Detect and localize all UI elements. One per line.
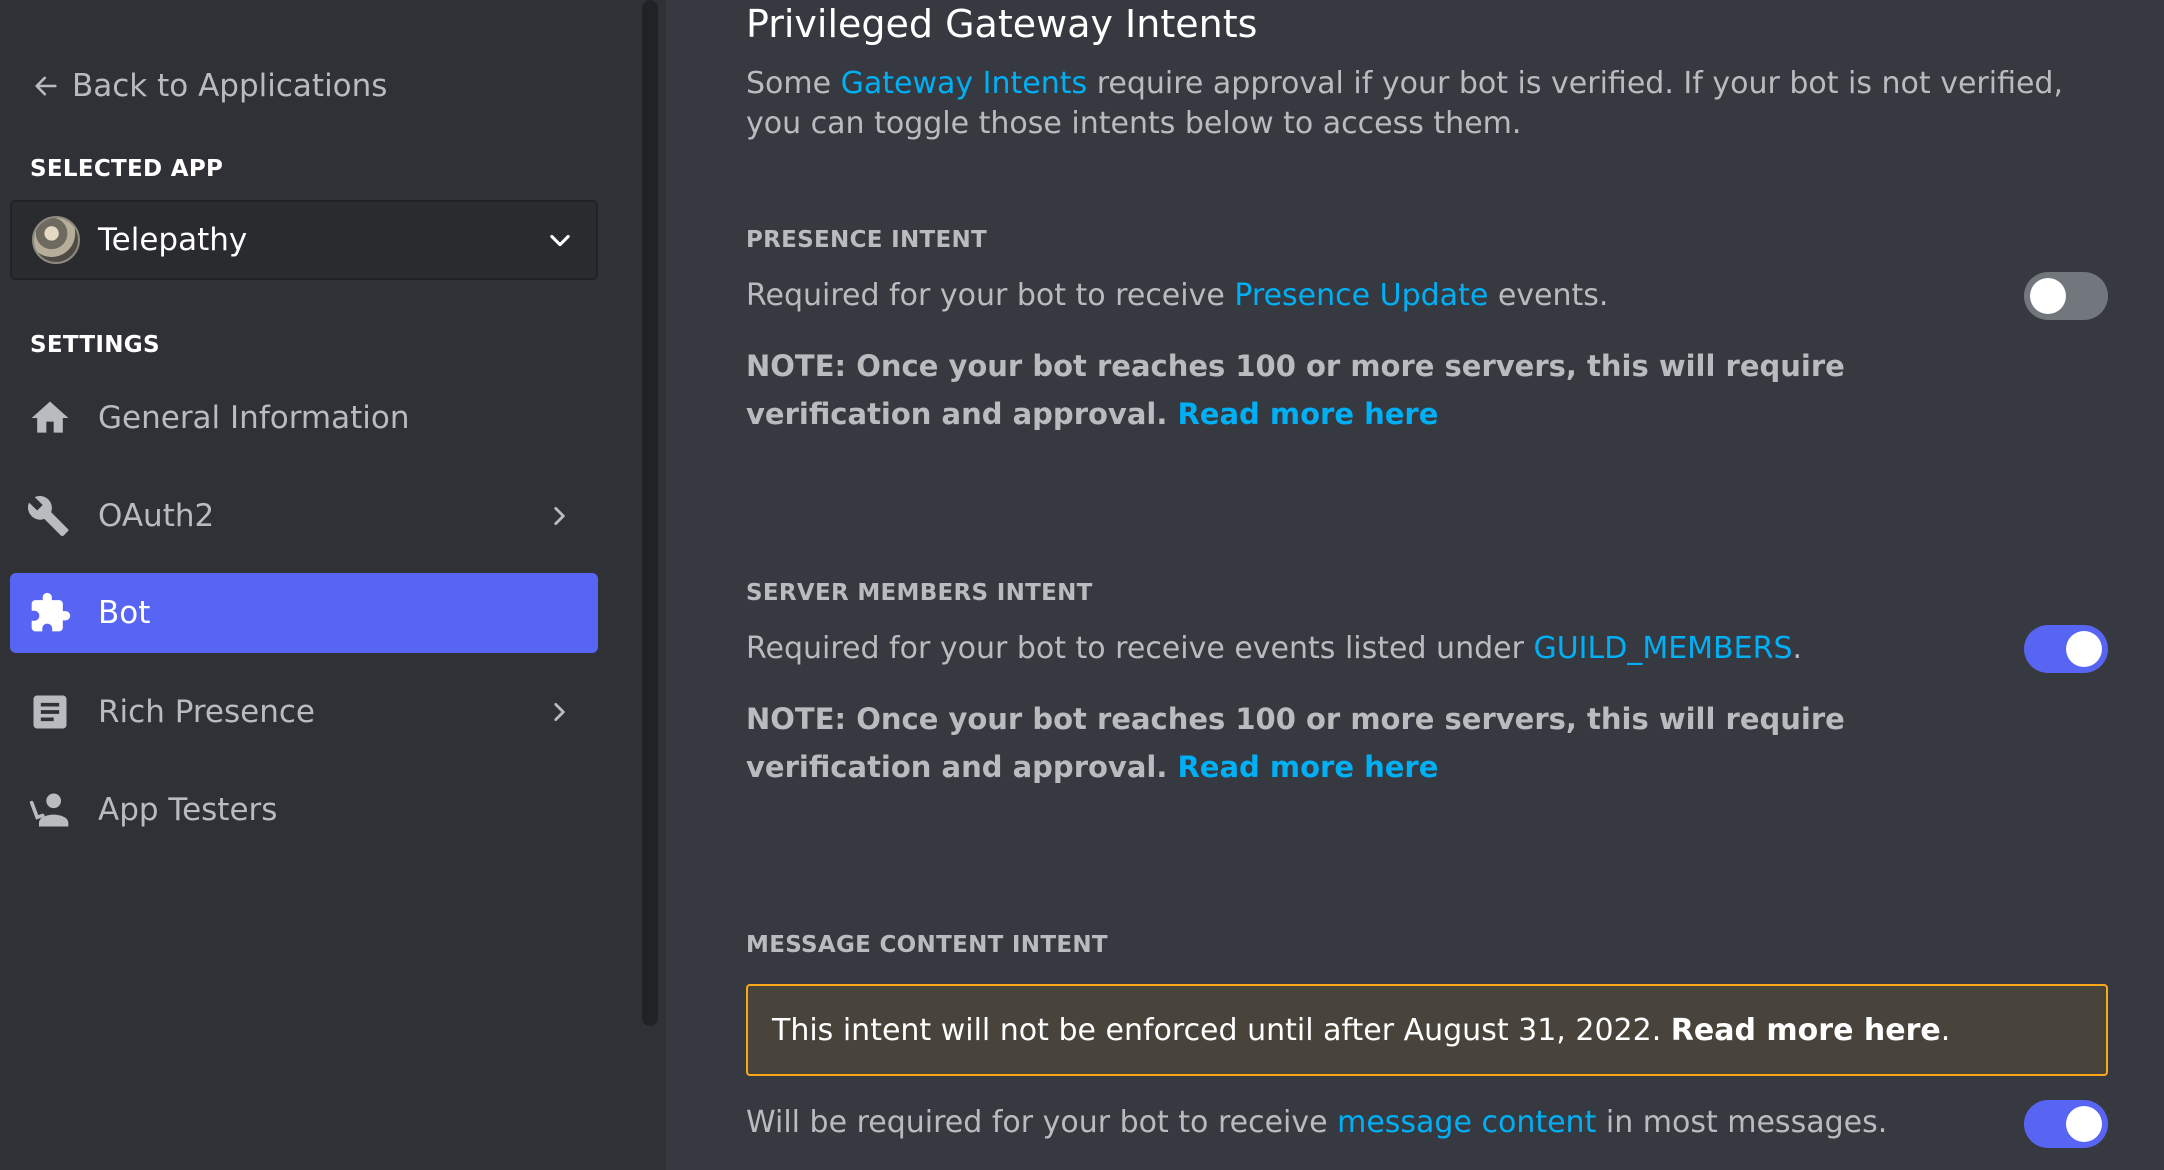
read-more-link[interactable]: Read more here	[1671, 1013, 1941, 1048]
puzzle-icon	[31, 592, 71, 632]
message-content-intent-label: MESSAGE CONTENT INTENT	[746, 932, 1108, 958]
presence-intent-note: NOTE: Once your bot reaches 100 or more …	[746, 342, 1946, 438]
read-more-link[interactable]: Read more here	[1177, 750, 1438, 784]
enforcement-warning-box: This intent will not be enforced until a…	[746, 984, 2108, 1076]
warning-text: .	[1940, 1012, 1951, 1048]
presence-intent-label: PRESENCE INTENT	[746, 227, 988, 253]
toggle-knob	[2030, 278, 2066, 314]
back-link-label: Back to Applications	[72, 68, 388, 104]
message-content-link[interactable]: message content	[1337, 1105, 1596, 1140]
message-content-intent-toggle[interactable]	[2024, 1100, 2108, 1148]
intent-text: .	[1792, 631, 1803, 666]
intent-text: Will be required for your bot to receive	[746, 1105, 1338, 1140]
warning-text: This intent will not be enforced until a…	[772, 1012, 1662, 1048]
page-title: Privileged Gateway Intents	[746, 2, 1258, 46]
server-members-intent-toggle[interactable]	[2024, 625, 2108, 673]
intent-text: Required for your bot to receive events …	[746, 631, 1534, 666]
main-content: Privileged Gateway Intents Some Gateway …	[666, 0, 2164, 1170]
arrow-left-icon	[35, 76, 57, 96]
presence-intent-description: Required for your bot to receive Presenc…	[746, 278, 1946, 313]
back-to-applications-link[interactable]: Back to Applications	[32, 66, 387, 106]
sidebar: Back to Applications SELECTED APP Telepa…	[0, 0, 666, 1170]
chevron-right-icon	[554, 703, 565, 721]
server-members-intent-description: Required for your bot to receive events …	[746, 631, 1946, 666]
intent-text: in most messages.	[1596, 1105, 1888, 1140]
selected-app-heading: SELECTED APP	[30, 156, 224, 182]
sidebar-item-general-information[interactable]: General Information	[10, 378, 598, 458]
sidebar-item-label: OAuth2	[98, 498, 215, 534]
server-members-intent-note: NOTE: Once your bot reaches 100 or more …	[746, 695, 1946, 791]
presence-update-link[interactable]: Presence Update	[1234, 278, 1488, 313]
sidebar-item-label: Rich Presence	[98, 694, 315, 730]
server-members-intent-label: SERVER MEMBERS INTENT	[746, 580, 1093, 606]
sidebar-scrollbar[interactable]	[642, 0, 658, 1026]
sidebar-item-label: General Information	[98, 400, 410, 436]
sidebar-item-app-testers[interactable]: App Testers	[10, 770, 598, 850]
intent-text: events.	[1488, 278, 1609, 313]
sidebar-item-oauth2[interactable]: OAuth2	[10, 476, 598, 556]
message-content-intent-description: Will be required for your bot to receive…	[746, 1105, 1946, 1140]
gateway-intents-link[interactable]: Gateway Intents	[841, 66, 1088, 101]
app-name: Telepathy	[98, 222, 248, 258]
app-avatar	[32, 216, 80, 264]
guild-members-link[interactable]: GUILD_MEMBERS	[1533, 631, 1792, 666]
sidebar-item-label: App Testers	[98, 792, 278, 828]
person-icon	[29, 793, 69, 827]
presence-intent-toggle[interactable]	[2024, 272, 2108, 320]
app-selector[interactable]: Telepathy	[10, 200, 598, 280]
intents-description: Some Gateway Intents require approval if…	[746, 64, 2086, 144]
desc-text: Some	[746, 66, 841, 101]
toggle-knob	[2066, 1106, 2102, 1142]
sidebar-item-rich-presence[interactable]: Rich Presence	[10, 672, 598, 752]
home-icon	[31, 401, 69, 433]
intent-text: Required for your bot to receive	[746, 278, 1235, 313]
document-icon	[33, 695, 67, 729]
settings-heading: SETTINGS	[30, 332, 160, 358]
toggle-knob	[2066, 631, 2102, 667]
sidebar-item-bot[interactable]: Bot	[10, 573, 598, 653]
wrench-icon	[28, 496, 69, 537]
sidebar-item-label: Bot	[98, 595, 151, 631]
chevron-down-icon	[550, 234, 570, 247]
chevron-right-icon	[554, 507, 565, 525]
read-more-link[interactable]: Read more here	[1177, 397, 1438, 431]
